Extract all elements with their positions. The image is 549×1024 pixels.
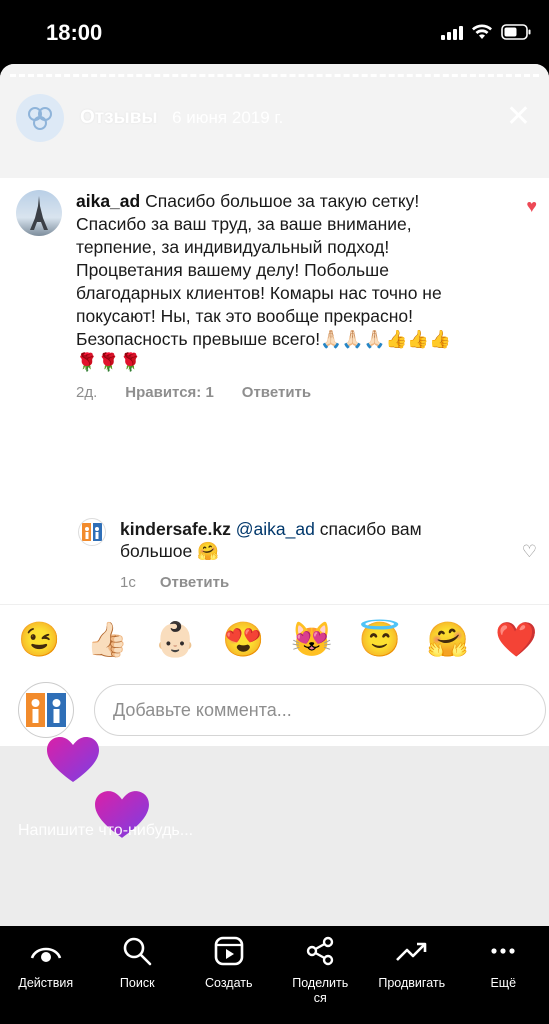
highlight-cover-icon xyxy=(28,107,52,130)
floating-heart-icon xyxy=(47,737,99,782)
create-icon xyxy=(214,936,244,966)
promote-label: Продвигать xyxy=(378,976,446,990)
activity-label: Действия xyxy=(18,976,74,990)
create-button[interactable]: Создать xyxy=(183,926,275,1024)
signal-icon xyxy=(441,24,463,40)
close-icon[interactable]: ✕ xyxy=(506,102,531,132)
promote-icon xyxy=(395,942,427,961)
comment-meta: 2д. Нравится: 1 Ответить xyxy=(76,384,470,401)
story-title: Отзывы xyxy=(80,107,158,128)
search-icon xyxy=(123,937,152,966)
share-button[interactable]: Поделить ся xyxy=(275,926,367,1024)
create-label: Создать xyxy=(204,976,253,990)
share-icon xyxy=(307,936,334,966)
status-icons xyxy=(441,24,531,40)
activity-button[interactable]: Действия xyxy=(0,926,92,1024)
reply-meta: 1с Ответить xyxy=(120,574,480,591)
story-avatar[interactable] xyxy=(16,94,64,142)
comment-username[interactable]: aika_ad xyxy=(76,191,140,211)
wifi-icon xyxy=(471,24,493,40)
more-icon xyxy=(491,948,515,954)
emoji-wink[interactable]: 😉 xyxy=(18,620,60,660)
share-label: Поделить ся xyxy=(292,976,349,1005)
reply-text: kindersafe.kz @aika_ad спасибо вам больш… xyxy=(120,518,480,562)
comment-message: Спасибо большое за такую сетку! Спасибо … xyxy=(76,191,451,372)
eye-icon xyxy=(30,947,61,962)
comment-text: aika_ad Спасибо большое за такую сетку! … xyxy=(76,190,470,374)
eiffel-tower-icon xyxy=(30,196,48,230)
avatar[interactable] xyxy=(78,518,106,546)
more-label: Ещё xyxy=(490,976,517,990)
comment-time: 2д. xyxy=(76,384,98,401)
kindersafe-logo-icon xyxy=(82,523,102,541)
more-button[interactable]: Ещё xyxy=(458,926,549,1024)
liked-heart-icon[interactable]: ♥ xyxy=(526,196,537,217)
like-heart-icon[interactable]: ♡ xyxy=(522,542,537,562)
promote-button[interactable]: Продвигать xyxy=(366,926,458,1024)
comment-reply-button[interactable]: Ответить xyxy=(242,384,311,401)
emoji-angel[interactable]: 😇 xyxy=(359,620,401,660)
avatar[interactable] xyxy=(16,190,62,236)
emoji-red-heart[interactable]: ❤️ xyxy=(495,620,537,660)
battery-icon xyxy=(501,24,531,40)
avatar[interactable] xyxy=(18,682,74,738)
reply-item: kindersafe.kz @aika_ad спасибо вам больш… xyxy=(78,518,518,591)
reply-time: 1с xyxy=(120,574,136,591)
comment-input[interactable] xyxy=(94,684,546,736)
emoji-baby[interactable]: 👶🏻 xyxy=(154,620,196,660)
story-date: 6 июня 2019 г. xyxy=(172,108,284,127)
status-bar: 18:00 xyxy=(0,0,549,64)
emoji-thumbs-up[interactable]: 👍🏻 xyxy=(86,620,128,660)
kindersafe-logo-icon xyxy=(26,693,66,727)
status-time: 18:00 xyxy=(46,20,103,45)
bottom-action-bar: Действия Поиск Создать Поделить ся Продв… xyxy=(0,926,549,1024)
search-button[interactable]: Поиск xyxy=(92,926,184,1024)
reply-mention[interactable]: @aika_ad xyxy=(236,519,315,539)
comment-item: aika_ad Спасибо большое за такую сетку! … xyxy=(16,190,516,401)
comment-likes[interactable]: Нравится: 1 xyxy=(125,384,214,401)
story-header[interactable]: Отзывы 6 июня 2019 г. xyxy=(16,94,283,142)
story-progress-bar xyxy=(10,74,539,77)
reply-reply-button[interactable]: Ответить xyxy=(160,574,229,591)
reply-username[interactable]: kindersafe.kz xyxy=(120,519,231,539)
emoji-reaction-bar: 😉 👍🏻 👶🏻 😍 😻 😇 🤗 ❤️ xyxy=(0,604,549,674)
emoji-hug[interactable]: 🤗 xyxy=(427,620,469,660)
emoji-heart-eyes-cat[interactable]: 😻 xyxy=(291,620,333,660)
comments-panel: aika_ad Спасибо большое за такую сетку! … xyxy=(0,178,549,604)
search-label: Поиск xyxy=(119,976,155,990)
emoji-heart-eyes[interactable]: 😍 xyxy=(222,620,264,660)
story-reply-field[interactable]: Напишите что-нибудь... xyxy=(18,822,193,840)
